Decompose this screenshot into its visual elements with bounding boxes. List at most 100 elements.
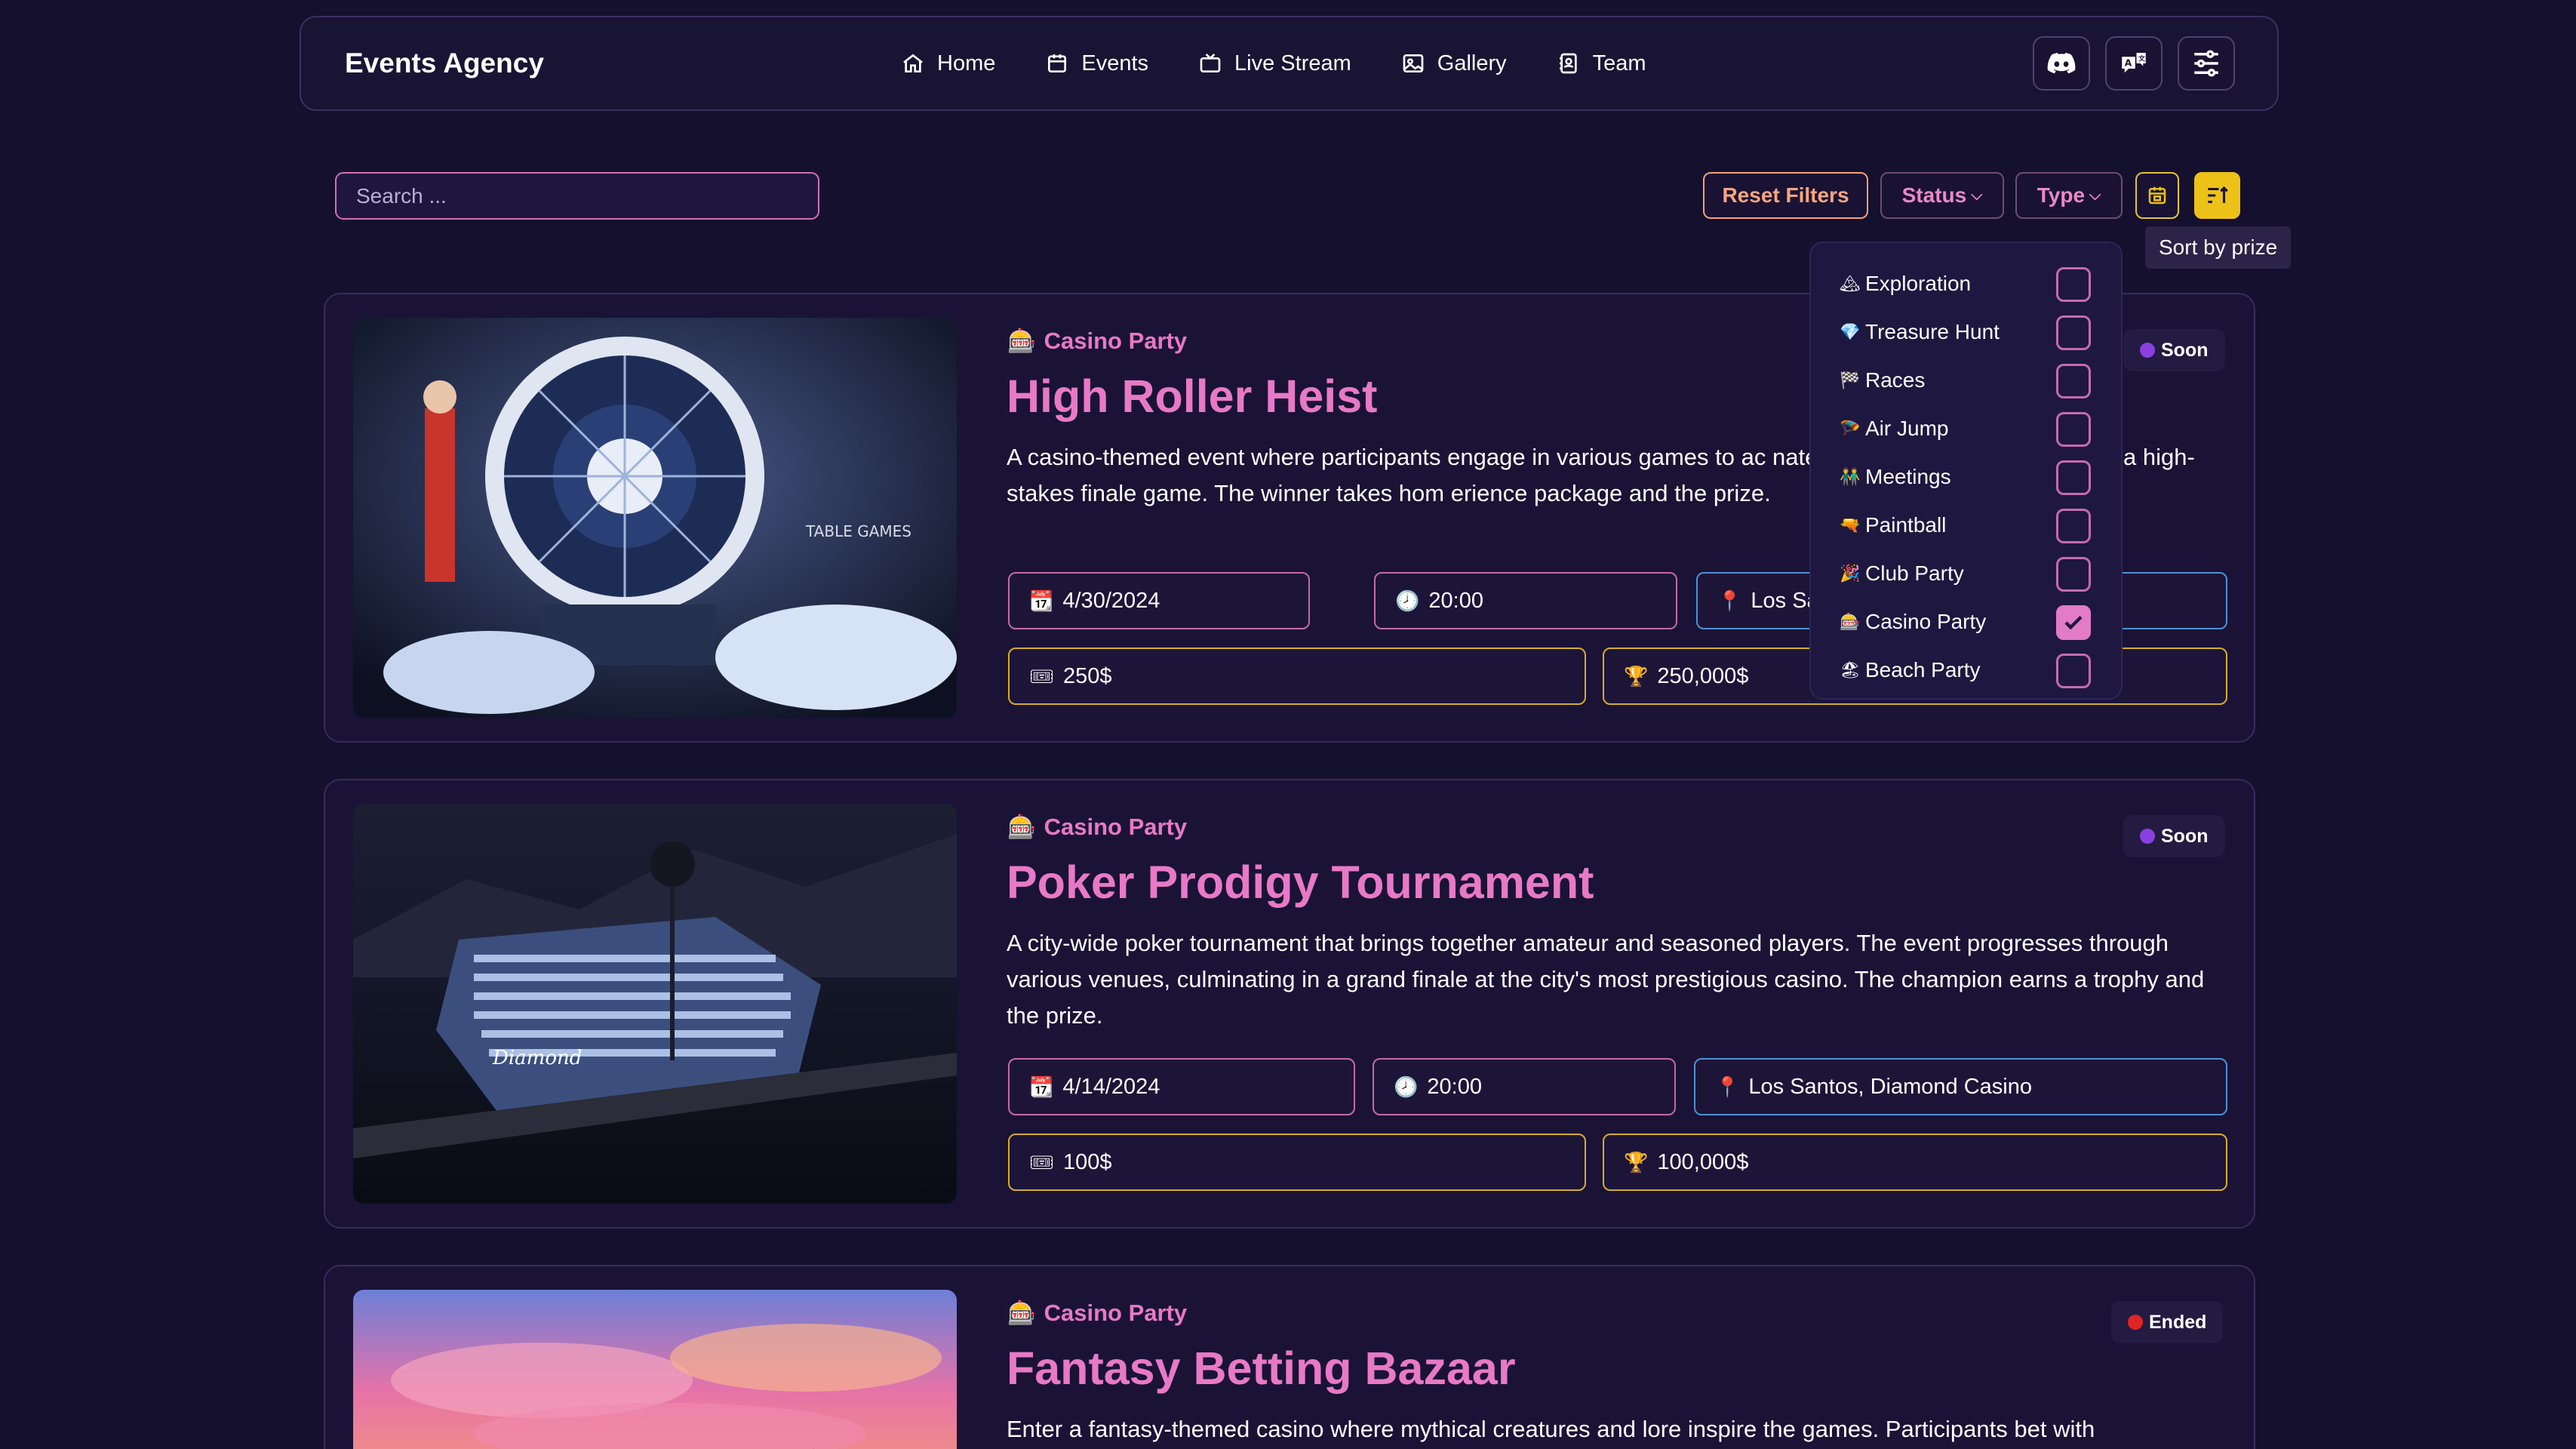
date-value: 4/30/2024 [1062,588,1160,613]
status-filter-label: Status [1901,183,1967,207]
event-card[interactable]: Diamond 🎰 Casino Party Poker Prodigy Tour… [324,779,2255,1229]
mountain-icon: 🏔 [1840,274,1861,293]
time-value: 20:00 [1428,588,1483,613]
gem-icon: 💎 [1840,322,1861,341]
date-chip: 📆 4/14/2024 [1008,1058,1355,1115]
location-chip[interactable]: 📍 Los Santos, Diamond Casino [1694,1058,2227,1115]
nav-link-label: Home [937,51,996,75]
fee-value: 100$ [1063,1149,1112,1174]
event-type: 🎰 Casino Party [1007,327,1187,355]
slot-machine-icon: 🎰 [1007,814,1037,840]
type-option-club-party[interactable]: 🎉 Club Party [1811,549,2121,598]
home-icon [903,54,923,72]
type-option-label: Beach Party [1865,658,1981,681]
sort-by-prize-button[interactable] [2194,172,2240,219]
event-title[interactable]: High Roller Heist [1007,370,1377,423]
nav-link-label: Events [1081,51,1149,75]
fee-chip: 🎟 250$ [1008,648,1586,705]
status-filter-button[interactable]: Status ⌵ [1880,172,2004,219]
search-input[interactable] [335,172,819,220]
checkbox[interactable] [2056,315,2091,350]
status-label: Soon [2161,825,2209,847]
nav-link-gallery[interactable]: Gallery [1401,51,1507,76]
tv-icon [1200,54,1221,72]
event-type: 🎰 Casino Party [1007,813,1187,841]
status-label: Soon [2161,339,2209,361]
navbar: Events Agency Home Events Live Stream Ga… [300,16,2279,111]
event-type-label: Casino Party [1044,1299,1188,1326]
event-card[interactable]: 🎰 Casino Party Fantasy Betting Bazaar Ent… [324,1265,2255,1449]
type-filter-dropdown: 🏔 Exploration 💎 Treasure Hunt 🏁 Races 🪂 Air … [1809,242,2123,700]
checkbox[interactable] [2056,364,2091,398]
reset-filters-label: Reset Filters [1722,183,1849,207]
event-title[interactable]: Poker Prodigy Tournament [1007,856,1594,909]
type-option-casino-party[interactable]: 🎰 Casino Party [1811,598,2121,646]
event-image: TABLE GAMES [353,318,957,718]
location-value: Los Santos, Diamond Casino [1748,1074,2032,1099]
slot-machine-icon: 🎰 [1840,612,1861,631]
type-option-air-jump[interactable]: 🪂 Air Jump [1811,405,2121,453]
reset-filters-button[interactable]: Reset Filters [1703,172,1868,219]
event-image: Diamond [353,804,957,1204]
type-option-meetings[interactable]: 👬 Meetings [1811,453,2121,501]
trophy-icon: 🏆 [1624,664,1649,688]
parachute-icon: 🪂 [1840,419,1861,438]
type-option-paintball[interactable]: 🔫 Paintball [1811,501,2121,549]
nav-links: Home Events Live Stream Gallery Team [901,17,1696,109]
language-button[interactable]: A文 [2105,36,2163,91]
nav-link-label: Team [1592,51,1646,75]
discord-icon [2047,53,2076,74]
time-chip: 🕗 20:00 [1374,572,1677,629]
calendar-icon [2148,186,2166,205]
contacts-icon [1559,53,1577,74]
type-option-treasure-hunt[interactable]: 💎 Treasure Hunt [1811,308,2121,356]
nav-link-events[interactable]: Events [1045,51,1148,76]
event-image [353,1290,957,1449]
event-description: Enter a fantasy-themed casino where myth… [1007,1416,2095,1442]
fee-value: 250$ [1063,663,1112,688]
event-description: A city-wide poker tournament that brings… [1007,930,2205,1029]
slot-machine-icon: 🎰 [1007,328,1037,354]
sort-ascending-icon [2207,186,2228,204]
nav-link-home[interactable]: Home [901,51,995,76]
type-option-label: Paintball [1865,513,1947,537]
discord-button[interactable] [2033,36,2090,91]
type-option-exploration[interactable]: 🏔 Exploration [1811,260,2121,308]
checkbox[interactable] [2056,557,2091,592]
slot-machine-icon: 🎰 [1007,1300,1037,1326]
checkbox[interactable] [2056,654,2091,688]
calendar-icon: 📆 [1029,1075,1054,1098]
nav-link-team[interactable]: Team [1557,51,1646,76]
calendar-icon [1048,54,1067,72]
fee-chip: 🎟 100$ [1008,1134,1586,1191]
checkbox[interactable] [2056,267,2091,302]
nav-link-label: Live Stream [1234,51,1351,75]
clock-icon: 🕗 [1395,589,1420,612]
status-badge: Soon [2123,815,2225,857]
type-option-races[interactable]: 🏁 Races [1811,356,2121,405]
ticket-icon: 🎟 [1029,664,1055,688]
checkbox[interactable] [2056,412,2091,447]
nav-link-live-stream[interactable]: Live Stream [1198,51,1351,76]
party-popper-icon: 🎉 [1840,564,1861,583]
settings-button[interactable] [2178,36,2235,91]
type-option-label: Club Party [1865,561,1964,585]
checkbox[interactable] [2056,460,2091,495]
date-filter-button[interactable] [2135,172,2179,219]
event-title[interactable]: Fantasy Betting Bazaar [1007,1342,1516,1395]
type-filter-button[interactable]: Type ⌵ [2015,172,2123,219]
brand-title[interactable]: Events Agency [345,17,544,109]
checkbox[interactable] [2056,509,2091,543]
type-option-beach-party[interactable]: 🏖 Beach Party [1811,646,2121,694]
event-type-label: Casino Party [1044,813,1188,840]
event-type: 🎰 Casino Party [1007,1299,1187,1327]
prize-value: 250,000$ [1657,663,1749,688]
date-chip: 📆 4/30/2024 [1008,572,1310,629]
time-value: 20:00 [1427,1074,1482,1099]
checkbox-checked[interactable] [2056,605,2091,640]
settings-sliders-icon [2194,50,2218,77]
svg-text:TABLE GAMES: TABLE GAMES [805,522,911,540]
trophy-icon: 🏆 [1624,1150,1649,1174]
svg-text:A: A [2125,58,2132,69]
people-icon: 👬 [1840,467,1861,486]
